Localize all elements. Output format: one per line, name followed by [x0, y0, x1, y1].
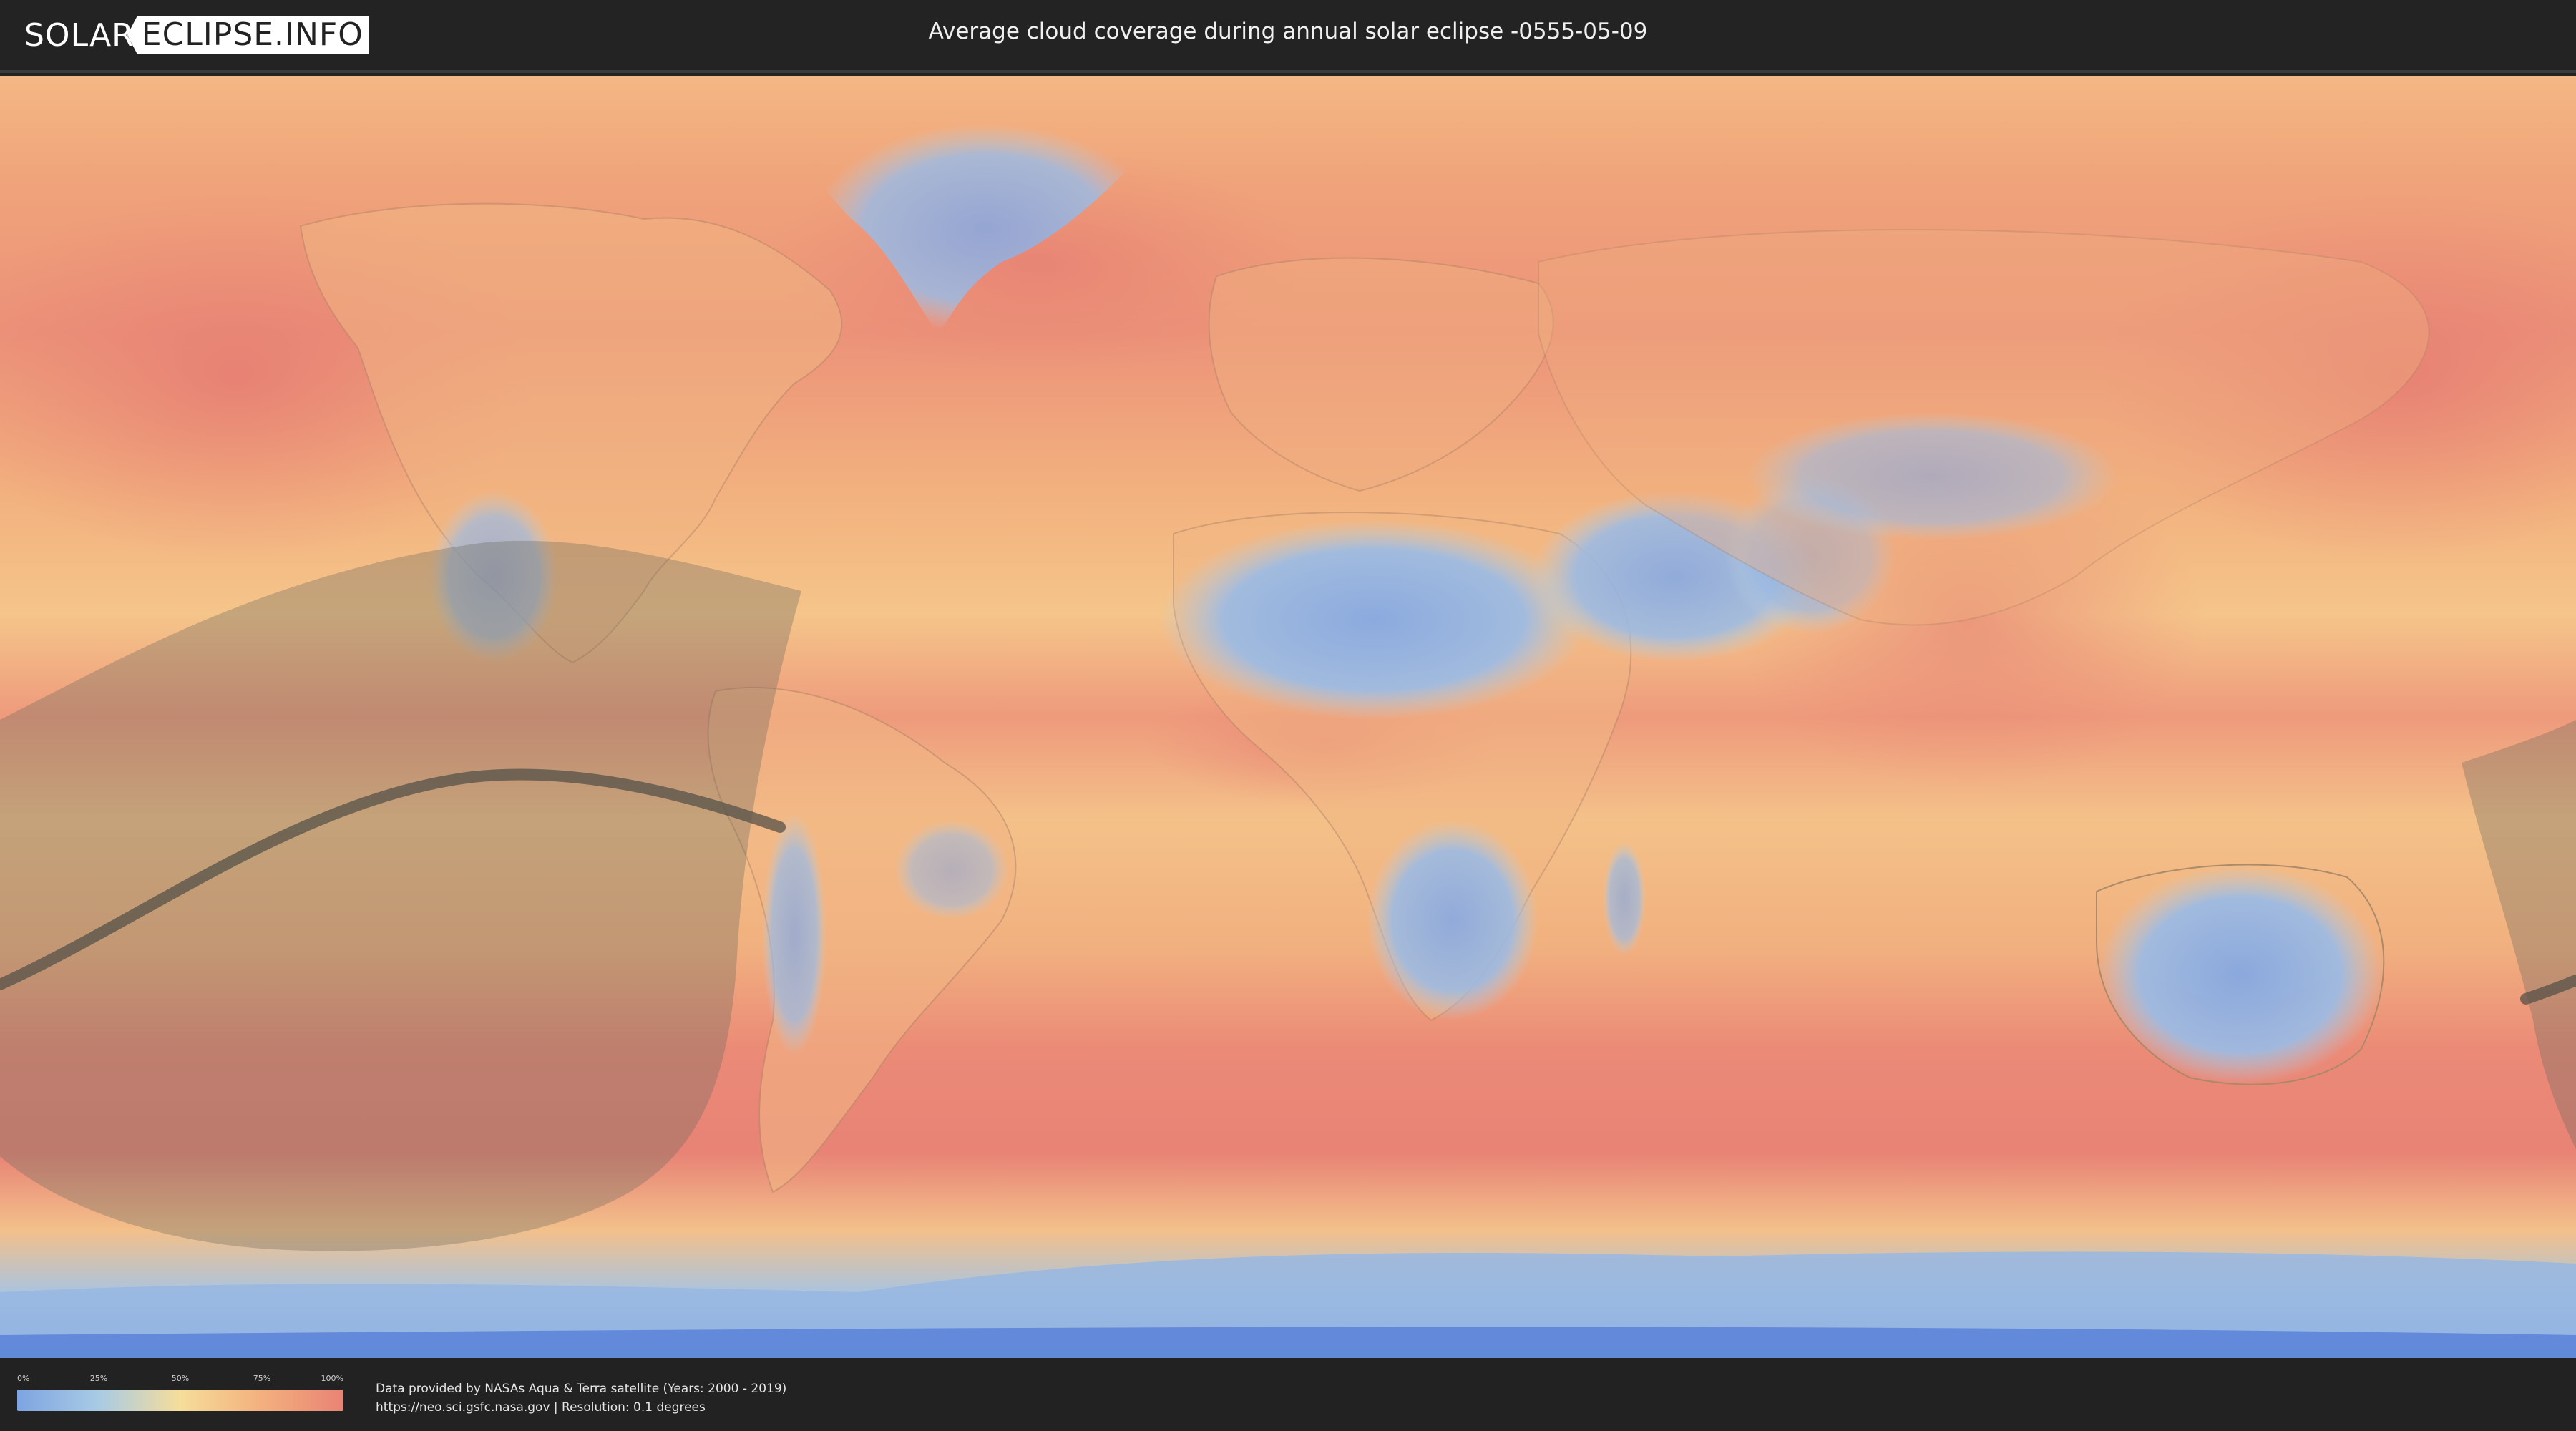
legend-tick-25: 25% — [89, 1374, 108, 1383]
cloud-coverage-legend: 0% 25% 50% 75% 100% — [17, 1374, 343, 1411]
legend-tick-50: 50% — [171, 1374, 190, 1383]
cloud-coverage-map[interactable] — [0, 76, 2576, 1358]
page-title: Average cloud coverage during annual sol… — [928, 19, 1648, 44]
footer-bar: 0% 25% 50% 75% 100% Data provided by NAS… — [0, 1358, 2576, 1431]
data-credits: Data provided by NASAs Aqua & Terra sate… — [376, 1379, 786, 1417]
credits-line-source: Data provided by NASAs Aqua & Terra sate… — [376, 1382, 787, 1396]
legend-tick-75: 75% — [253, 1374, 271, 1383]
world-map-svg — [0, 76, 2576, 1358]
header-bar: SOLAR ECLIPSE.INFO Average cloud coverag… — [0, 0, 2576, 73]
central-asia-clear-area — [1746, 412, 2118, 541]
credits-line-url[interactable]: https://neo.sci.gsfc.nasa.gov | Resoluti… — [376, 1398, 786, 1417]
legend-tick-0: 0% — [17, 1374, 30, 1383]
legend-tick-100: 100% — [321, 1374, 343, 1383]
legend-color-bar — [17, 1390, 343, 1411]
legend-ticks: 0% 25% 50% 75% 100% — [17, 1374, 343, 1387]
brazil-clear-area — [894, 820, 1009, 920]
sahara-clear-area — [1159, 519, 1589, 720]
madagascar-clear-area — [1603, 841, 1646, 956]
page: SOLAR ECLIPSE.INFO Average cloud coverag… — [0, 0, 2576, 1431]
atacama-clear-area — [762, 813, 826, 1056]
southern-africa-clear-area — [1367, 820, 1538, 1020]
